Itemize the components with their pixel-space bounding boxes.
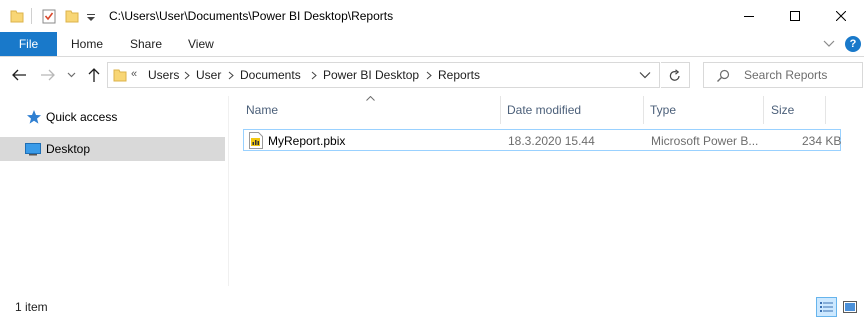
column-divider[interactable] bbox=[643, 96, 644, 124]
arrow-right-icon bbox=[41, 69, 55, 81]
forward-button[interactable] bbox=[38, 66, 58, 84]
search-icon bbox=[717, 69, 730, 82]
file-size: 234 KB bbox=[802, 134, 842, 148]
tab-view[interactable]: View bbox=[188, 32, 214, 56]
column-divider[interactable] bbox=[500, 96, 501, 124]
column-header-date-modified[interactable]: Date modified bbox=[507, 103, 581, 117]
title-bar: C:\Users\User\Documents\Power BI Desktop… bbox=[0, 0, 864, 32]
breadcrumb-users[interactable]: Users bbox=[148, 68, 179, 82]
minimize-button[interactable] bbox=[726, 0, 772, 32]
pbix-file-icon bbox=[249, 132, 263, 149]
column-header-size[interactable]: Size bbox=[771, 103, 794, 117]
nav-item-desktop[interactable]: Desktop bbox=[0, 137, 225, 161]
breadcrumb-reports[interactable]: Reports bbox=[438, 68, 480, 82]
address-dropdown-icon[interactable] bbox=[639, 71, 651, 79]
up-button[interactable] bbox=[84, 66, 104, 84]
arrow-left-icon bbox=[12, 69, 26, 81]
file-name: MyReport.pbix bbox=[268, 134, 346, 148]
breadcrumb-documents[interactable]: Documents bbox=[240, 68, 301, 82]
column-header-type[interactable]: Type bbox=[650, 103, 676, 117]
tab-share[interactable]: Share bbox=[130, 32, 162, 56]
recent-locations-button[interactable] bbox=[64, 66, 78, 84]
refresh-icon bbox=[669, 68, 680, 81]
details-view-icon bbox=[820, 302, 833, 312]
chevron-down-icon bbox=[67, 72, 75, 78]
file-list-header: Name Date modified Type Size bbox=[238, 96, 864, 124]
desktop-icon bbox=[25, 143, 41, 156]
maximize-button[interactable] bbox=[772, 0, 818, 32]
chevron-right-icon[interactable] bbox=[228, 71, 234, 80]
nav-item-label: Desktop bbox=[46, 142, 91, 156]
status-item-count: 1 item bbox=[15, 300, 48, 314]
large-icons-view-button[interactable] bbox=[840, 297, 860, 317]
breadcrumb-user[interactable]: User bbox=[196, 68, 221, 82]
back-button[interactable] bbox=[9, 66, 29, 84]
column-divider[interactable] bbox=[763, 96, 764, 124]
window-title: C:\Users\User\Documents\Power BI Desktop… bbox=[109, 9, 394, 23]
chevron-right-icon[interactable] bbox=[426, 71, 432, 80]
table-row[interactable]: MyReport.pbix 18.3.2020 15.44 Microsoft … bbox=[243, 129, 841, 151]
close-icon bbox=[836, 11, 846, 21]
breadcrumb-power-bi-desktop[interactable]: Power BI Desktop bbox=[323, 68, 419, 82]
folder-icon[interactable] bbox=[10, 8, 24, 24]
customize-dropdown-icon[interactable] bbox=[86, 8, 96, 24]
expand-ribbon-icon[interactable] bbox=[822, 38, 836, 50]
maximize-icon bbox=[790, 11, 800, 21]
pane-divider bbox=[228, 96, 229, 286]
column-divider[interactable] bbox=[825, 96, 826, 124]
search-input[interactable]: Search Reports bbox=[744, 68, 827, 82]
nav-item-label: Quick access bbox=[46, 110, 118, 124]
folder-icon bbox=[113, 69, 127, 82]
chevron-right-icon[interactable] bbox=[184, 71, 190, 80]
new-folder-icon[interactable] bbox=[64, 8, 80, 24]
tab-file[interactable]: File bbox=[0, 32, 57, 56]
star-icon bbox=[27, 110, 41, 124]
file-type: Microsoft Power B... bbox=[651, 134, 759, 148]
navigation-pane: Quick access Desktop bbox=[0, 96, 228, 286]
properties-icon[interactable] bbox=[41, 8, 57, 24]
help-button[interactable]: ? bbox=[845, 36, 861, 52]
close-button[interactable] bbox=[818, 0, 864, 32]
minimize-icon bbox=[744, 16, 754, 17]
toolbar-divider bbox=[31, 8, 32, 24]
tab-home[interactable]: Home bbox=[71, 32, 103, 56]
large-icons-view-icon bbox=[843, 301, 857, 313]
refresh-button[interactable] bbox=[661, 62, 690, 88]
column-header-name[interactable]: Name bbox=[246, 103, 278, 117]
address-bar[interactable]: « Users User Documents Power BI Desktop … bbox=[107, 62, 660, 88]
chevron-right-icon[interactable] bbox=[311, 71, 317, 80]
nav-item-quick-access[interactable]: Quick access bbox=[0, 105, 225, 129]
ribbon-divider bbox=[0, 56, 864, 57]
file-date-modified: 18.3.2020 15.44 bbox=[508, 134, 595, 148]
breadcrumb-overflow[interactable]: « bbox=[131, 68, 137, 80]
arrow-up-icon bbox=[88, 68, 100, 82]
ribbon-tabs: File Home Share View ? bbox=[0, 32, 864, 56]
search-box[interactable]: Search Reports bbox=[703, 62, 863, 88]
details-view-button[interactable] bbox=[816, 297, 837, 317]
